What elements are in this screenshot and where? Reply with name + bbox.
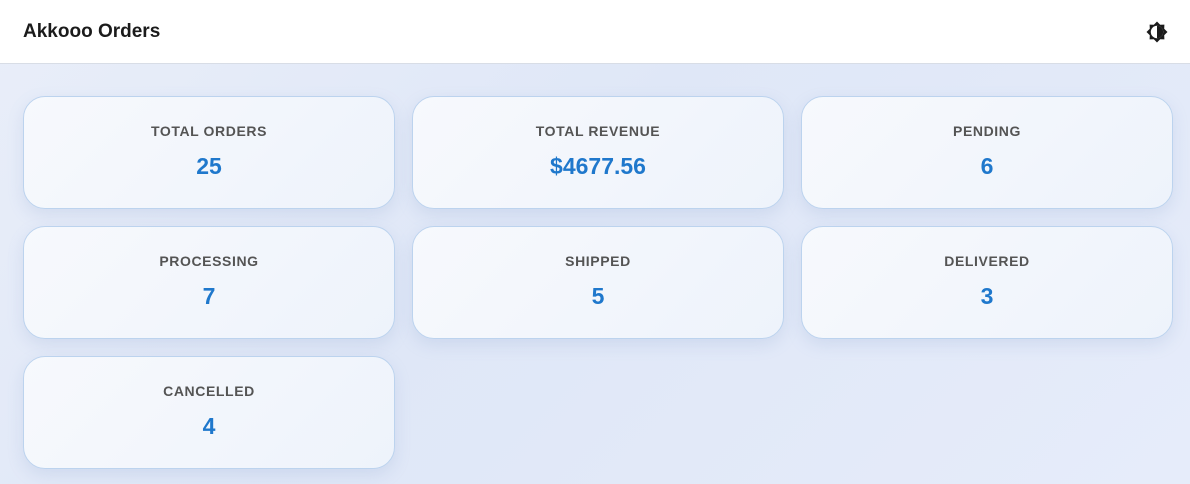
stat-card-delivered: DELIVERED 3 (801, 226, 1173, 339)
stat-label: TOTAL ORDERS (150, 123, 268, 139)
stat-label: DELIVERED (944, 253, 1030, 269)
stat-label: PROCESSING (159, 253, 259, 269)
stat-label: SHIPPED (565, 253, 631, 269)
stat-card-total-revenue: TOTAL REVENUE $4677.56 (412, 96, 784, 209)
stat-label: PENDING (953, 123, 1021, 139)
stat-value: 4 (202, 413, 216, 439)
stat-card-total-orders: TOTAL ORDERS 25 (23, 96, 395, 209)
stat-card-cancelled: CANCELLED 4 (23, 356, 395, 469)
stats-grid: TOTAL ORDERS 25 TOTAL REVENUE $4677.56 P… (23, 96, 1173, 469)
stat-card-processing: PROCESSING 7 (23, 226, 395, 339)
stat-card-pending: PENDING 6 (801, 96, 1173, 209)
stat-card-shipped: SHIPPED 5 (412, 226, 784, 339)
stat-value: 5 (591, 283, 605, 309)
stat-label: TOTAL REVENUE (535, 123, 661, 139)
stat-value: 25 (196, 153, 222, 179)
app-header: Akkooo Orders (0, 0, 1190, 64)
theme-toggle-button[interactable] (1145, 20, 1169, 44)
stat-value: 6 (980, 153, 994, 179)
stat-value: $4677.56 (550, 153, 646, 179)
stat-value: 7 (202, 283, 216, 309)
page-title: Akkooo Orders (23, 20, 161, 42)
brightness-icon (1146, 21, 1168, 42)
stat-value: 3 (980, 283, 994, 309)
stat-label: CANCELLED (163, 383, 255, 399)
